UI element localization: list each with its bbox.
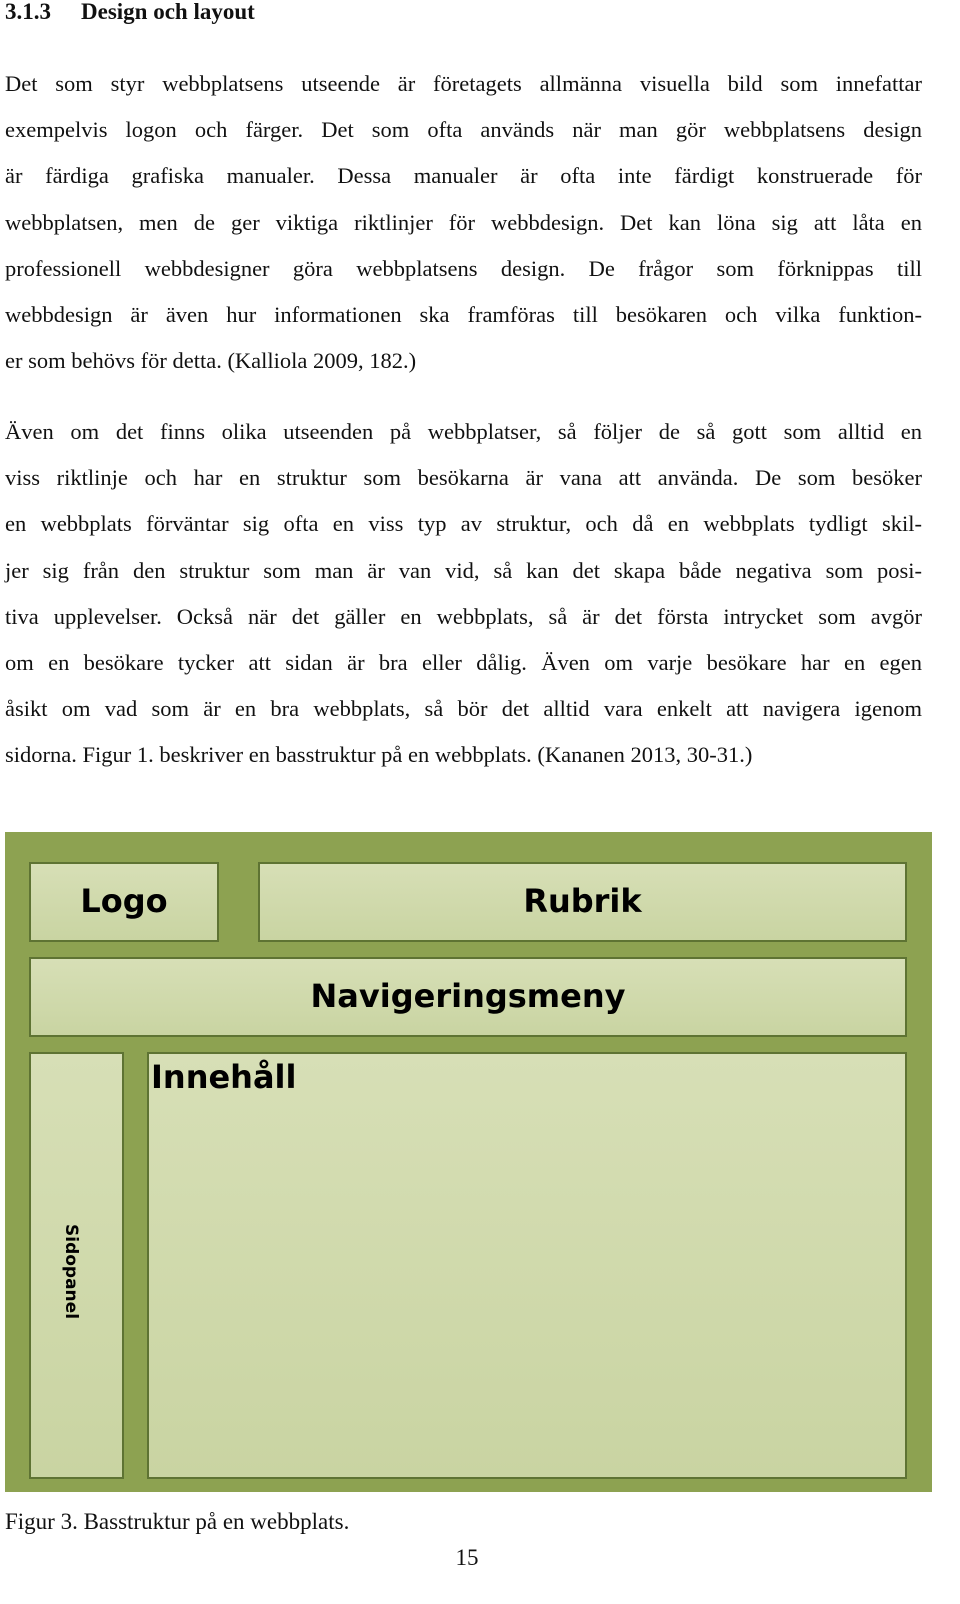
text-line: om en besökare tycker att sidan är bra e… — [5, 649, 922, 675]
text-line: är färdiga grafiska manualer. Dessa manu… — [5, 163, 922, 189]
logo-box: Logo — [29, 862, 219, 942]
text-line: professionell webbdesigner göra webbplat… — [5, 255, 922, 281]
content-label: Innehåll — [151, 1058, 297, 1096]
text-line: Det som styr webbplatsens utseende är fö… — [5, 71, 922, 96]
text-line: åsikt om vad som är en bra webbplats, så… — [5, 696, 922, 722]
header-box: Rubrik — [258, 862, 907, 942]
text-line: webbdesign är även hur informationen ska… — [5, 301, 922, 327]
content-box: Innehåll — [147, 1052, 907, 1479]
text-line: sidorna. Figur 1. beskriver en basstrukt… — [5, 742, 753, 768]
section-number: 3.1.3 — [5, 0, 51, 24]
sidebar-box: Sidopanel — [29, 1052, 124, 1479]
logo-label: Logo — [80, 882, 168, 920]
text-line: viss riktlinje och har en struktur som b… — [5, 465, 922, 491]
text-line: webbplatsen, men de ger viktiga riktlinj… — [5, 209, 922, 235]
text-line: er som behövs för detta. (Kalliola 2009,… — [5, 348, 417, 374]
section-title: Design och layout — [81, 0, 255, 24]
text-line: Även om det finns olika utseenden på web… — [5, 419, 922, 444]
paragraph-2: Även om det finns olika utseenden på web… — [5, 409, 922, 779]
text-line: tiva upplevelser. Också när det gäller e… — [5, 603, 922, 629]
layout-figure: Logo Rubrik Navigeringsmeny Sidopanel In… — [5, 832, 932, 1492]
text-line: exempelvis logon och färger. Det som oft… — [5, 117, 922, 143]
section-heading: 3.1.3 Design och layout — [5, 0, 255, 28]
header-label: Rubrik — [523, 882, 642, 920]
paragraph-1: Det som styr webbplatsens utseende är fö… — [5, 61, 922, 384]
sidebar-label: Sidopanel — [61, 1224, 81, 1320]
navigation-label: Navigeringsmeny — [310, 977, 626, 1015]
text-line: en webbplats förväntar sig ofta en viss … — [5, 511, 922, 537]
navigation-box: Navigeringsmeny — [29, 957, 907, 1037]
page-number: 15 — [455, 1545, 479, 1570]
text-line: jer sig från den struktur som man är van… — [5, 557, 922, 583]
figure-caption: Figur 3. Basstruktur på en webbplats. — [5, 1509, 350, 1534]
